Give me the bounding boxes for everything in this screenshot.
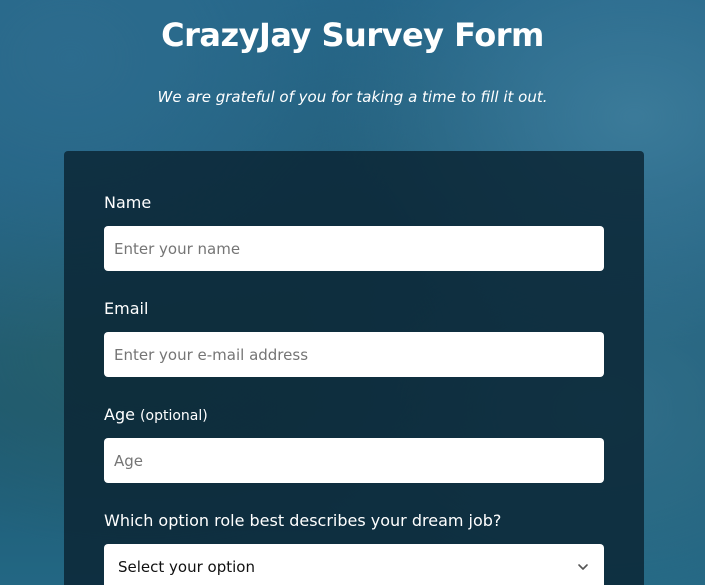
dream-job-selected-value: Select your option: [118, 557, 255, 576]
age-label-text: Age: [104, 405, 135, 424]
age-input[interactable]: [104, 438, 604, 483]
age-label: Age (optional): [104, 405, 208, 424]
email-label: Email: [104, 299, 148, 318]
name-label-text: Name: [104, 193, 152, 212]
dream-job-select[interactable]: Select your option: [104, 544, 604, 585]
dream-job-label-text: Which option role best describes your dr…: [104, 511, 502, 530]
name-label: Name: [104, 193, 151, 212]
email-label-text: Email: [104, 299, 149, 318]
page-description: We are grateful of you for taking a time…: [157, 88, 548, 106]
page-title: CrazyJay Survey Form: [161, 16, 544, 54]
dream-job-label: Which option role best describes your dr…: [104, 511, 501, 530]
chevron-down-icon: [576, 560, 590, 574]
email-input[interactable]: [104, 332, 604, 377]
name-input[interactable]: [104, 226, 604, 271]
age-optional-note: (optional): [140, 408, 208, 424]
survey-form: Name Email Age (optional) Which option r…: [64, 151, 644, 585]
